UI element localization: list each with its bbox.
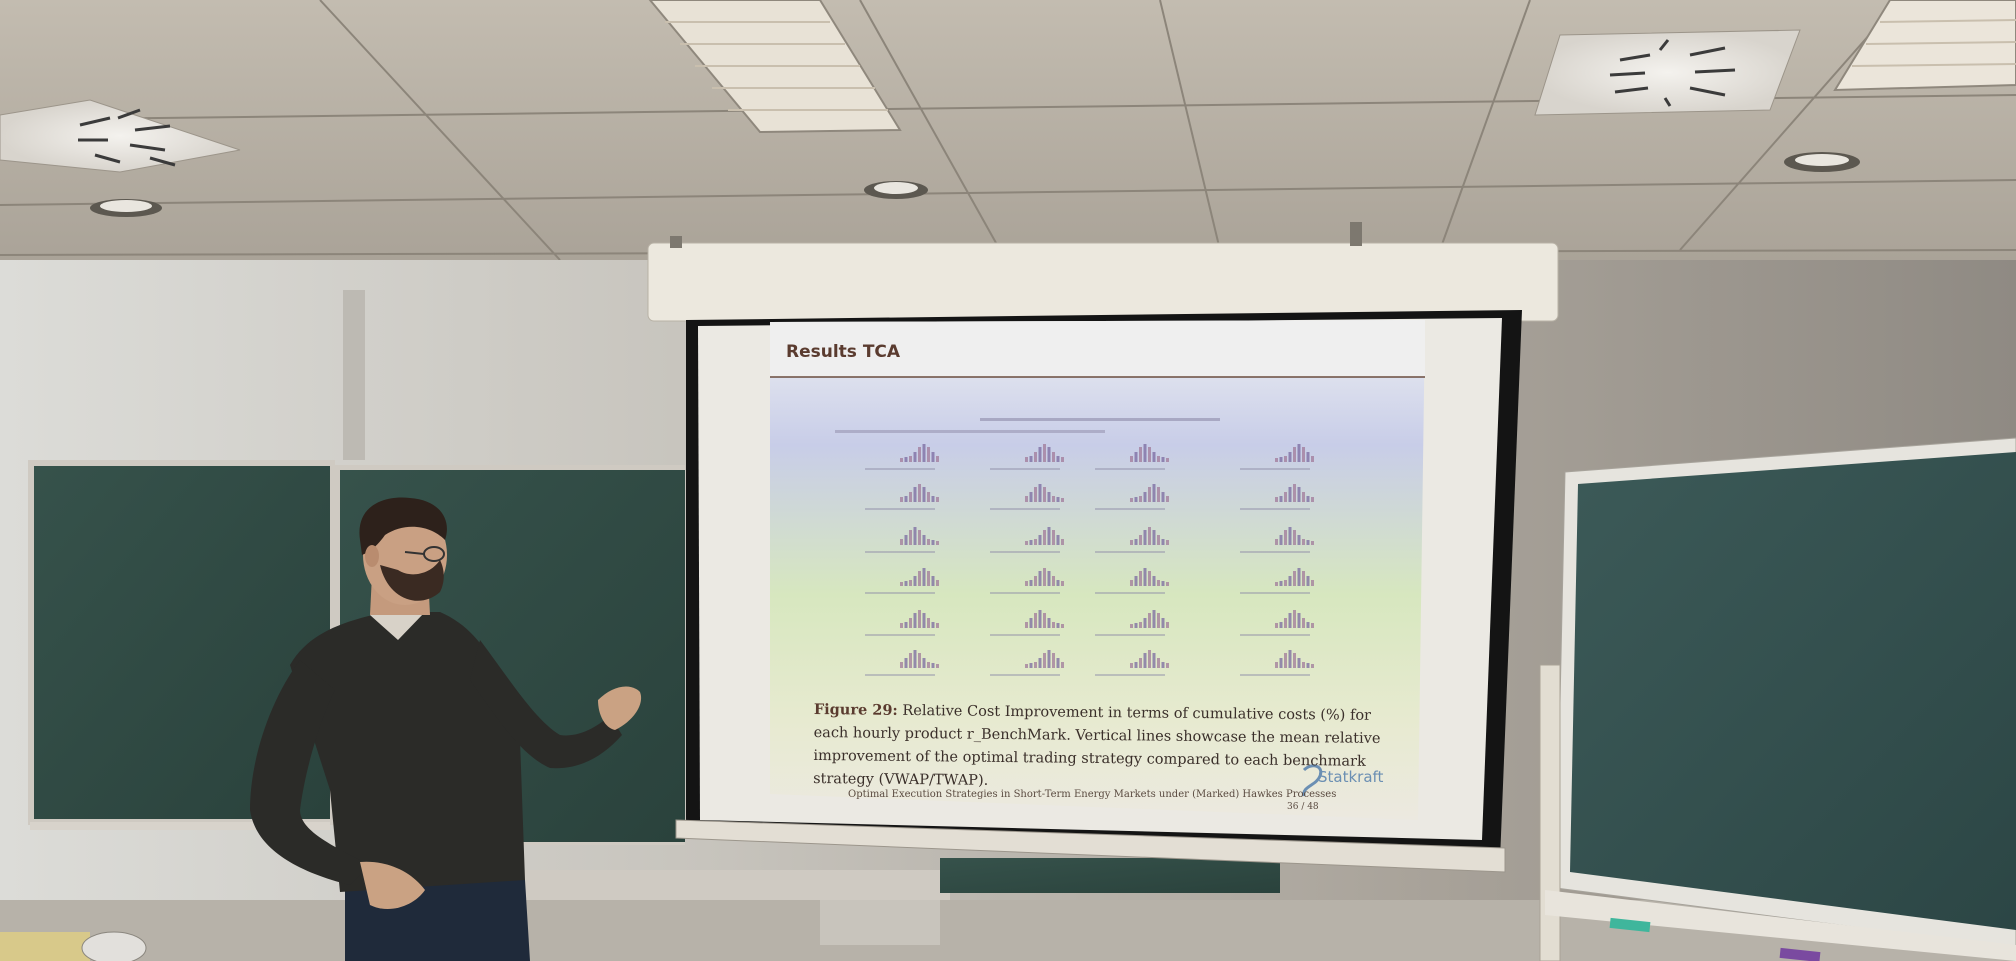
caption-label: Figure 29: [813, 700, 898, 719]
ceiling-vent-icon [1534, 29, 1801, 116]
shelf [0, 932, 90, 961]
slide-footer: Optimal Execution Strategies in Short-Te… [848, 789, 1337, 800]
chalkboard-right [1539, 437, 2016, 961]
recessed-light-icon [864, 181, 928, 199]
slide-caption: Figure 29: Relative Cost Improvement in … [813, 698, 1404, 797]
recessed-light-icon [1784, 152, 1860, 172]
lamp [81, 931, 147, 961]
caption-text: Relative Cost Improvement in terms of cu… [813, 702, 1381, 789]
slide-page-number: 36 / 48 [1287, 802, 1319, 812]
statkraft-logo-text: Statkraft [1318, 768, 1384, 786]
recessed-light-icon [90, 199, 162, 217]
wall-pillar [343, 290, 365, 460]
slide-title: Results TCA [786, 342, 901, 362]
lecture-scene [0, 0, 2016, 961]
